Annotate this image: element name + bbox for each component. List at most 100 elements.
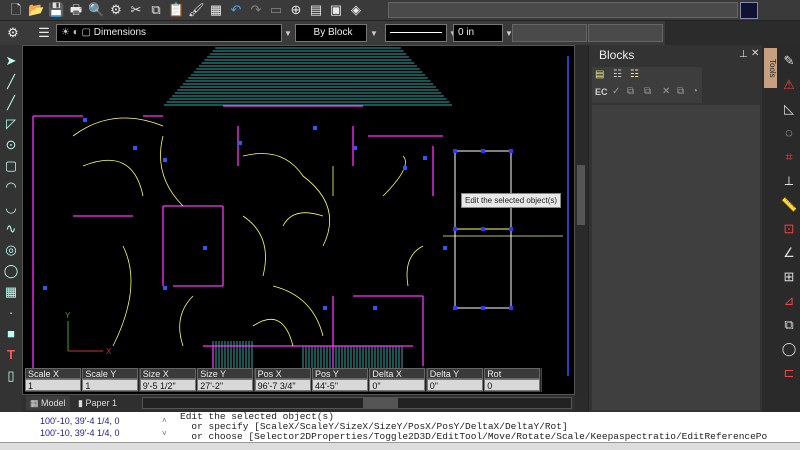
block-icon[interactable]: ■ [3, 326, 19, 342]
cut-icon[interactable]: ✂ [128, 2, 144, 18]
match-properties-icon[interactable]: 🖌 [188, 2, 205, 18]
right-toolbar: Tools ✎ ⚠ ◺ ◌ ⌗ ⟂ 📏 ⊡ ∠ ⊞ ⊿ ⧉ ◯ ⊏ [762, 45, 800, 412]
undo-icon[interactable]: ↶ [228, 2, 244, 18]
tab-paper-1[interactable]: ▮ Paper 1 [74, 396, 121, 410]
style-dropdown-1[interactable] [512, 24, 587, 42]
redo-icon[interactable]: ↷ [248, 2, 264, 18]
pencil-icon[interactable]: ✎ [781, 53, 797, 69]
grid-icon[interactable]: ⊞ [781, 269, 797, 285]
property-value-input[interactable]: 1 [25, 379, 81, 391]
line-icon[interactable]: ╱ [3, 74, 19, 90]
open-folder-icon[interactable]: 📂 [28, 2, 44, 18]
panel-toggle-icon[interactable] [740, 2, 758, 19]
spline-icon[interactable]: ∿ [3, 221, 19, 237]
chevron-down-icon[interactable]: ▼ [370, 29, 378, 38]
copy-icon[interactable]: ⧉ [781, 317, 797, 333]
property-value-input[interactable]: 9'-5 1/2" [139, 379, 196, 391]
snap-icon[interactable]: ⊕ [288, 2, 304, 18]
property-value-input[interactable]: 0" [369, 379, 426, 391]
ec-button[interactable]: EC [595, 87, 608, 97]
point-icon[interactable]: · [3, 305, 19, 321]
close-icon[interactable]: ✕ [751, 48, 759, 59]
hatch-icon[interactable]: ▦ [3, 284, 19, 300]
scroll-up-icon[interactable]: ˄ [162, 416, 167, 425]
settings-gear-icon[interactable]: ⚙ [5, 25, 21, 41]
scroll-down-icon[interactable]: ˅ [162, 429, 167, 438]
copy-icon[interactable]: ⧉ [148, 2, 164, 18]
print-preview-icon[interactable]: 🔍 [88, 2, 104, 18]
warning-icon[interactable]: ⚠ [781, 77, 797, 93]
history-item: 100'-10, 39'-4 1/4, 0 [40, 428, 120, 438]
property-value-input[interactable]: 44'-5" [312, 379, 368, 391]
blocks-list[interactable] [592, 105, 760, 410]
copy-block-icon[interactable]: ⧉ [627, 86, 634, 97]
new-file-icon[interactable]: 🗋 [8, 2, 24, 18]
view-icon[interactable]: ▦ [208, 2, 224, 18]
crop-icon[interactable]: ⌗ [781, 149, 797, 165]
dimension-icon[interactable]: ⟂ [781, 173, 797, 189]
drawing-canvas[interactable]: YX [22, 45, 575, 395]
delete-icon[interactable]: ✕ [662, 86, 670, 97]
layout-icon[interactable]: ▣ [328, 2, 344, 18]
measure-icon[interactable]: ⊿ [781, 293, 797, 309]
property-label: Pos X [254, 368, 311, 379]
command-search-box[interactable] [388, 2, 738, 18]
triangle-icon[interactable]: ◺ [781, 101, 797, 117]
property-value-input[interactable]: 96'-7 3/4" [254, 379, 311, 391]
arc3-icon[interactable]: ◠ [3, 179, 19, 195]
page-icon[interactable]: ▯ [3, 368, 19, 384]
property-delta-y: Delta Y 0" [426, 368, 484, 392]
polyline-icon[interactable]: ╱ [3, 95, 19, 111]
lasso-icon[interactable]: ◌ [781, 125, 797, 141]
ruler-icon[interactable]: 📏 [781, 197, 797, 213]
window-icon[interactable]: ▤ [308, 2, 324, 18]
vertical-scrollbar[interactable] [575, 45, 587, 395]
donut-icon[interactable]: ◎ [3, 242, 19, 258]
style-dropdown-2[interactable] [588, 24, 663, 42]
select-icon[interactable]: ➤ [3, 53, 19, 69]
rename-block-icon[interactable]: ⧉ [644, 86, 651, 97]
help-icon[interactable]: ◈ [348, 2, 364, 18]
paste-icon[interactable]: 📋 [168, 2, 184, 18]
detail-view-icon[interactable]: ☷ [630, 69, 639, 80]
text-icon[interactable]: T [3, 347, 19, 363]
layer-manager-icon[interactable]: ☰ [36, 25, 52, 41]
check-icon[interactable]: ✓ [612, 86, 620, 97]
eye-icon[interactable]: ◔ [692, 86, 698, 97]
property-value-input[interactable]: 0" [426, 379, 483, 391]
node-icon[interactable]: ⊡ [781, 221, 797, 237]
layer-dropdown[interactable]: ☀ ◐ ▢ Dimensions [56, 24, 282, 42]
property-value-input[interactable]: 1 [82, 379, 139, 391]
outline-icon[interactable]: ⊏ [781, 365, 797, 381]
circle-icon[interactable]: ◯ [781, 341, 797, 357]
property-rot: Rot 0 [484, 368, 542, 392]
export-block-icon[interactable]: ⧉ [677, 86, 684, 97]
history-item: 100'-10, 39'-4 1/4, 0 [40, 416, 120, 426]
chevron-down-icon[interactable]: ▼ [284, 29, 292, 38]
floor-plan-drawing: YX [32, 47, 569, 376]
tab-label: Paper 1 [85, 398, 117, 408]
properties-strip: Scale X 1 Scale Y 1 Size X 9'-5 1/2" Size Y 27'… [25, 368, 542, 392]
pin-icon[interactable]: ⊥ [739, 49, 748, 60]
horizontal-scrollbar[interactable] [142, 397, 572, 409]
property-value-input[interactable]: 0 [484, 379, 541, 391]
tools-side-tab[interactable]: Tools [764, 48, 777, 88]
rectangle-icon[interactable]: ▢ [3, 158, 19, 174]
insert-icon[interactable]: ▭ [268, 2, 284, 18]
linetype-dropdown[interactable] [385, 24, 447, 42]
print-icon[interactable]: 🖶 [68, 2, 84, 18]
insert-block-icon[interactable]: ▤ [595, 69, 604, 80]
arc-icon[interactable]: ◸ [3, 116, 19, 132]
lineweight-dropdown[interactable]: 0 in [453, 24, 503, 42]
save-icon[interactable]: 💾 [48, 2, 64, 18]
angle-icon[interactable]: ∠ [781, 245, 797, 261]
tab-model[interactable]: ▦ Model [26, 396, 70, 410]
list-view-icon[interactable]: ☷ [613, 69, 622, 80]
curve-icon[interactable]: ◡ [3, 200, 19, 216]
command-input[interactable] [0, 442, 800, 450]
settings-gear-icon[interactable]: ⚙ [108, 2, 124, 18]
circle-icon[interactable]: ⊙ [3, 137, 19, 153]
property-value-input[interactable]: 27'-2" [197, 379, 254, 391]
color-dropdown[interactable]: By Block [295, 24, 367, 42]
ellipse-icon[interactable]: ◯ [3, 263, 19, 279]
